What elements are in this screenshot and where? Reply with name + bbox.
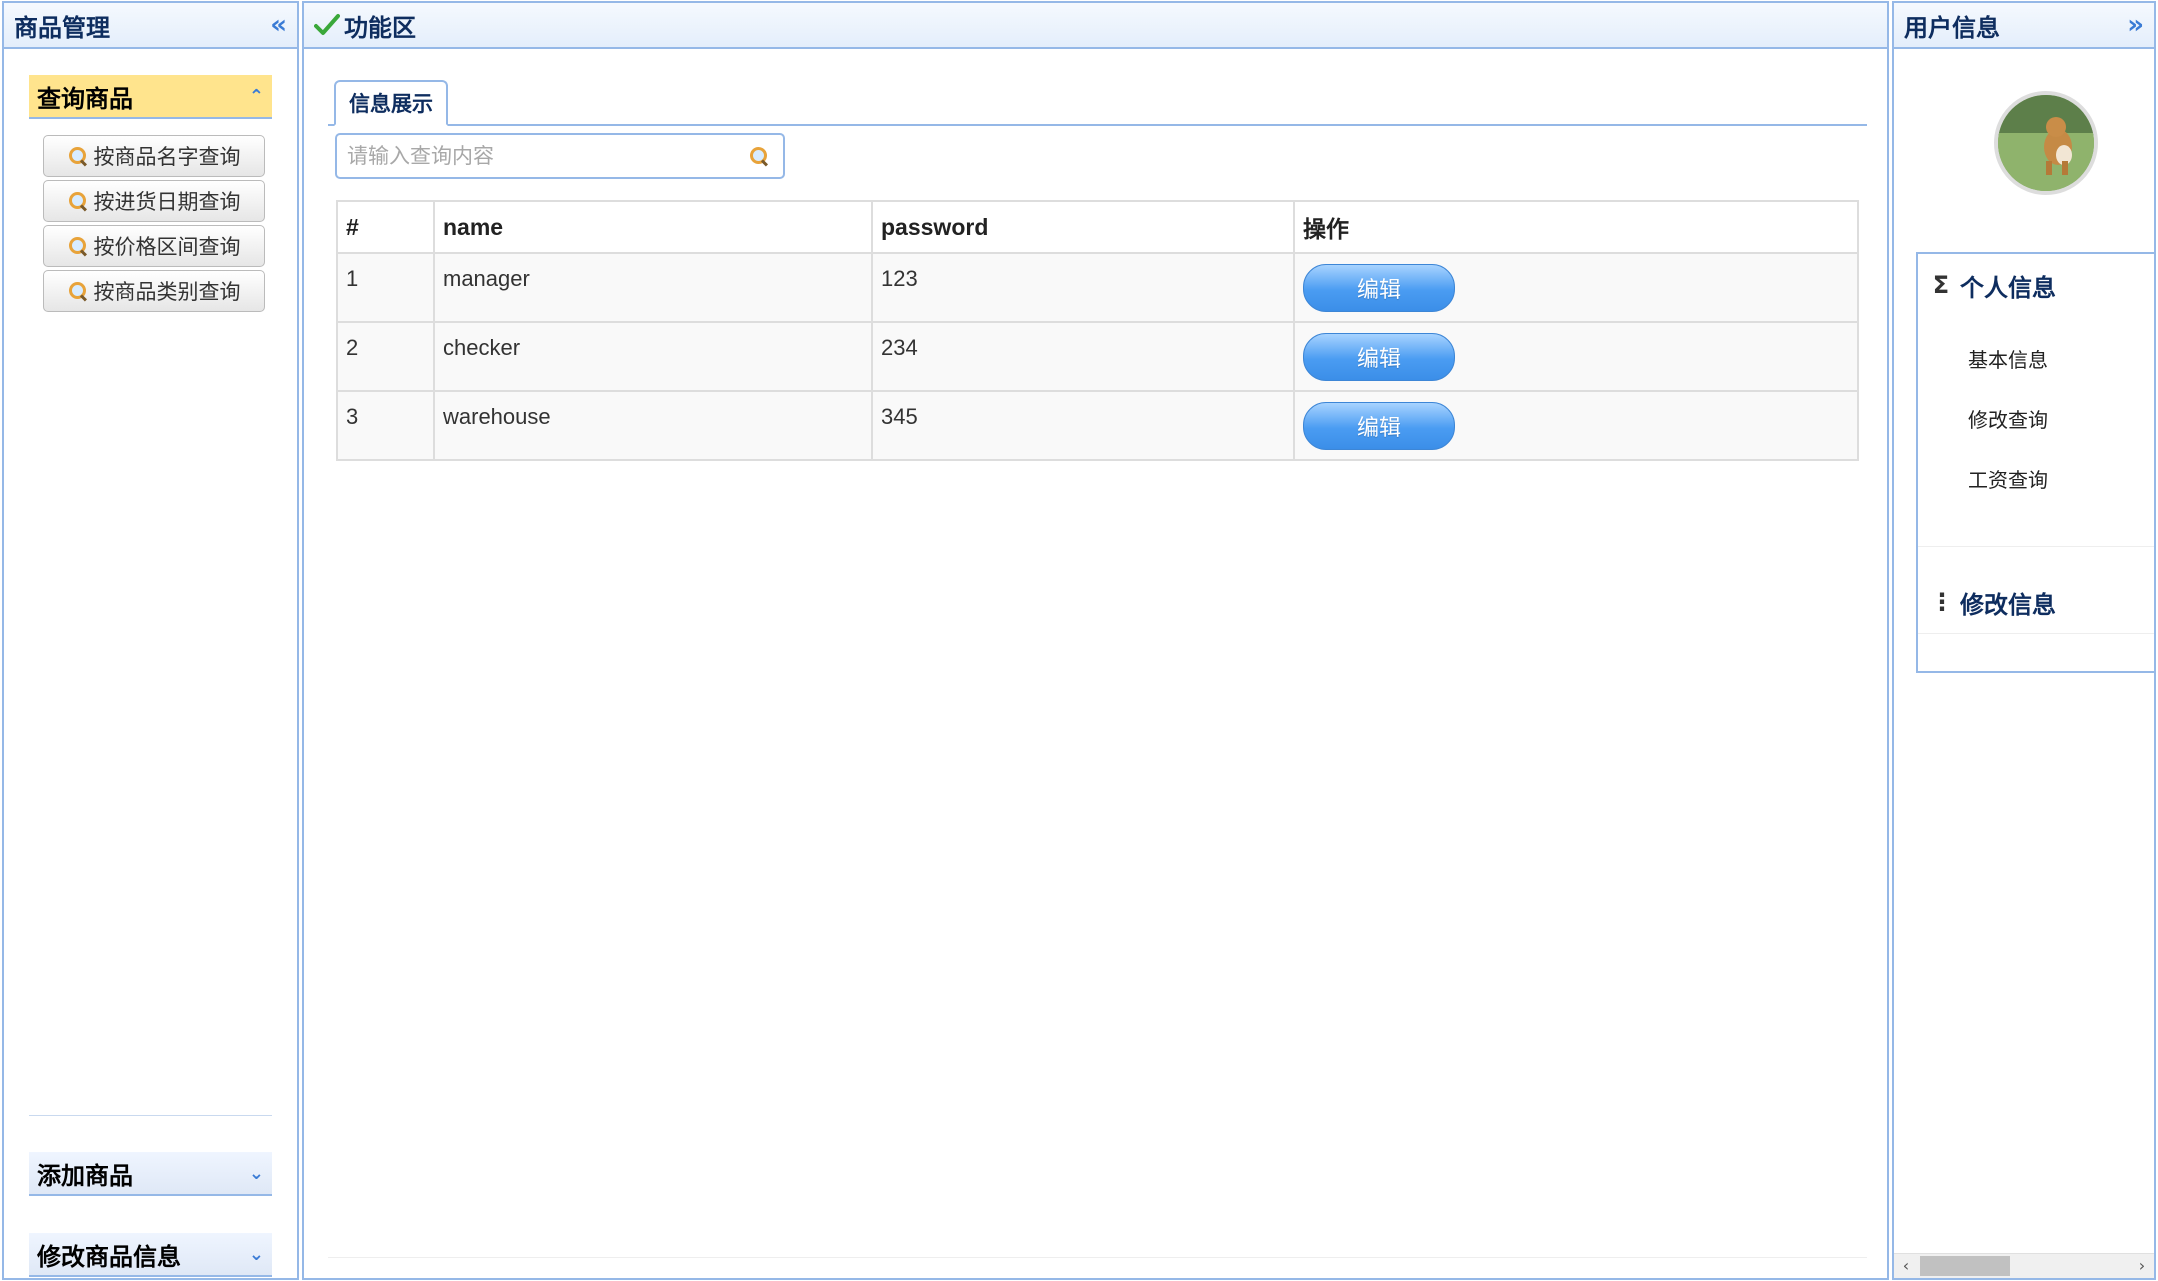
cell-password: 345: [871, 390, 1295, 461]
accordion-title: 修改商品信息: [37, 1242, 181, 1271]
menu-item-salary-query[interactable]: 工资查询: [1918, 450, 2154, 510]
left-panel-header: 商品管理 «: [4, 3, 297, 49]
more-vertical-icon: ⋮: [1930, 588, 1954, 616]
center-panel-title: 功能区: [344, 13, 416, 42]
query-by-name-button[interactable]: 按商品名字查询: [43, 135, 265, 177]
scroll-left-icon[interactable]: ‹: [1894, 1254, 1918, 1278]
accordion-header-add[interactable]: 添加商品 ⌄: [29, 1152, 272, 1196]
cell-id: 2: [336, 321, 435, 392]
cell-action: 编辑: [1293, 321, 1859, 392]
edit-button[interactable]: 编辑: [1303, 401, 1455, 450]
cell-action: 编辑: [1293, 252, 1859, 323]
accordion: 查询商品 ⌃ 按商品名字查询 按进货日期查询 按价格区间查询 按商品类别查询 添…: [29, 49, 272, 1278]
button-label: 按进货日期查询: [93, 190, 241, 214]
divider: [1918, 633, 2154, 634]
menu-item-modify-query[interactable]: 修改查询: [1918, 390, 2154, 450]
divider: [328, 1257, 1867, 1258]
menu-item-basic-info[interactable]: 基本信息: [1918, 330, 2154, 390]
center-panel: 功能区 信息展示 # name password 操作 1 manager 12…: [302, 1, 1889, 1280]
accordion-title: 修改信息: [1960, 590, 2056, 619]
tab-info-display[interactable]: 信息展示: [334, 80, 448, 126]
button-label: 按商品名字查询: [93, 145, 241, 169]
search-icon[interactable]: [749, 146, 769, 166]
column-header-password: password: [871, 200, 1295, 254]
divider: [1918, 546, 2154, 547]
cell-name: checker: [433, 321, 873, 392]
search-icon: [68, 281, 88, 301]
user-table: # name password 操作 1 manager 123 编辑 2 ch…: [336, 200, 1859, 461]
cell-name: warehouse: [433, 390, 873, 461]
right-panel-header: 用户信息 »: [1894, 3, 2154, 49]
table-row: 1 manager 123 编辑: [336, 252, 1859, 323]
cell-password: 234: [871, 321, 1295, 392]
tab-bar: 信息展示: [328, 78, 1867, 126]
sigma-icon: Σ: [1932, 271, 1950, 299]
accordion-title: 查询商品: [37, 84, 133, 113]
checkmark-icon: [314, 14, 340, 35]
dog-photo-icon: [1998, 95, 2094, 191]
edit-button[interactable]: 编辑: [1303, 263, 1455, 312]
cell-name: manager: [433, 252, 873, 323]
user-accordion: Σ 个人信息 基本信息 修改查询 工资查询 ⋮ 修改信息: [1916, 252, 2154, 673]
accordion-title: 个人信息: [1960, 273, 2056, 302]
accordion-header-personal[interactable]: Σ 个人信息: [1918, 254, 2154, 316]
table-row: 2 checker 234 编辑: [336, 321, 1859, 392]
column-header-id: #: [336, 200, 435, 254]
column-header-name: name: [433, 200, 873, 254]
table-row: 3 warehouse 345 编辑: [336, 390, 1859, 461]
accordion-title: 添加商品: [37, 1161, 133, 1190]
right-panel-title: 用户信息: [1904, 13, 2000, 42]
horizontal-scrollbar[interactable]: ‹ ›: [1894, 1253, 2154, 1278]
scroll-right-icon[interactable]: ›: [2130, 1254, 2154, 1278]
cell-id: 3: [336, 390, 435, 461]
search-icon: [68, 191, 88, 211]
chevron-down-icon[interactable]: ⌄: [249, 1244, 264, 1265]
query-by-date-button[interactable]: 按进货日期查询: [43, 180, 265, 222]
divider: [29, 1115, 272, 1116]
accordion-header-query[interactable]: 查询商品 ⌃: [29, 75, 272, 119]
chevron-up-icon[interactable]: ⌃: [249, 86, 264, 107]
left-panel: 商品管理 « 查询商品 ⌃ 按商品名字查询 按进货日期查询 按价格区间查询 按商…: [2, 1, 299, 1280]
table-header-row: # name password 操作: [336, 200, 1859, 254]
collapse-right-icon[interactable]: »: [2127, 12, 2144, 38]
cell-password: 123: [871, 252, 1295, 323]
collapse-left-icon[interactable]: «: [270, 12, 287, 38]
accordion-header-modify[interactable]: 修改商品信息 ⌄: [29, 1233, 272, 1277]
query-by-category-button[interactable]: 按商品类别查询: [43, 270, 265, 312]
chevron-down-icon[interactable]: ⌄: [249, 1163, 264, 1184]
avatar: [1994, 91, 2098, 195]
scroll-thumb[interactable]: [1920, 1256, 2010, 1276]
cell-id: 1: [336, 252, 435, 323]
cell-action: 编辑: [1293, 390, 1859, 461]
button-label: 按商品类别查询: [93, 280, 241, 304]
search-icon: [68, 146, 88, 166]
query-by-price-button[interactable]: 按价格区间查询: [43, 225, 265, 267]
search-icon: [68, 236, 88, 256]
query-button-list: 按商品名字查询 按进货日期查询 按价格区间查询 按商品类别查询: [43, 135, 265, 315]
right-panel: 用户信息 » Σ 个人信息 基本信息 修改查询 工资查询 ⋮ 修改信息 ‹ ›: [1892, 1, 2156, 1280]
button-label: 按价格区间查询: [93, 235, 241, 259]
left-panel-title: 商品管理: [14, 13, 110, 42]
search-box: [335, 133, 785, 179]
edit-button[interactable]: 编辑: [1303, 332, 1455, 381]
column-header-action: 操作: [1293, 200, 1859, 254]
center-panel-header: 功能区: [304, 3, 1887, 49]
accordion-header-modify-info[interactable]: ⋮ 修改信息: [1918, 571, 2154, 633]
search-input[interactable]: [345, 143, 749, 169]
